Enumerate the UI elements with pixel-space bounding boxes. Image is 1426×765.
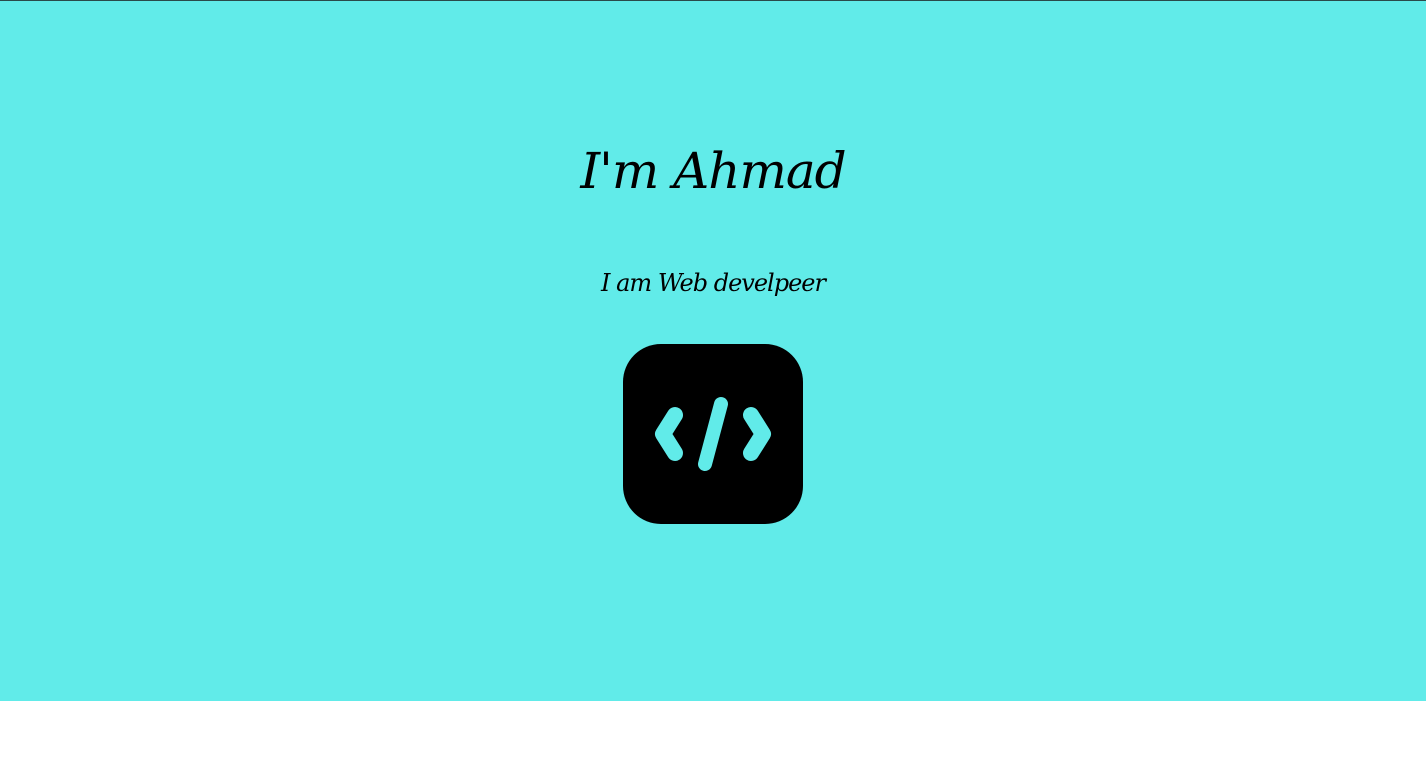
- hero-title: I'm Ahmad: [580, 142, 846, 200]
- hero-section: I'm Ahmad I am Web develpeer: [0, 0, 1426, 701]
- page-bottom-area: [0, 701, 1426, 765]
- hero-subtitle: I am Web develpeer: [601, 269, 826, 297]
- code-icon: [623, 344, 803, 524]
